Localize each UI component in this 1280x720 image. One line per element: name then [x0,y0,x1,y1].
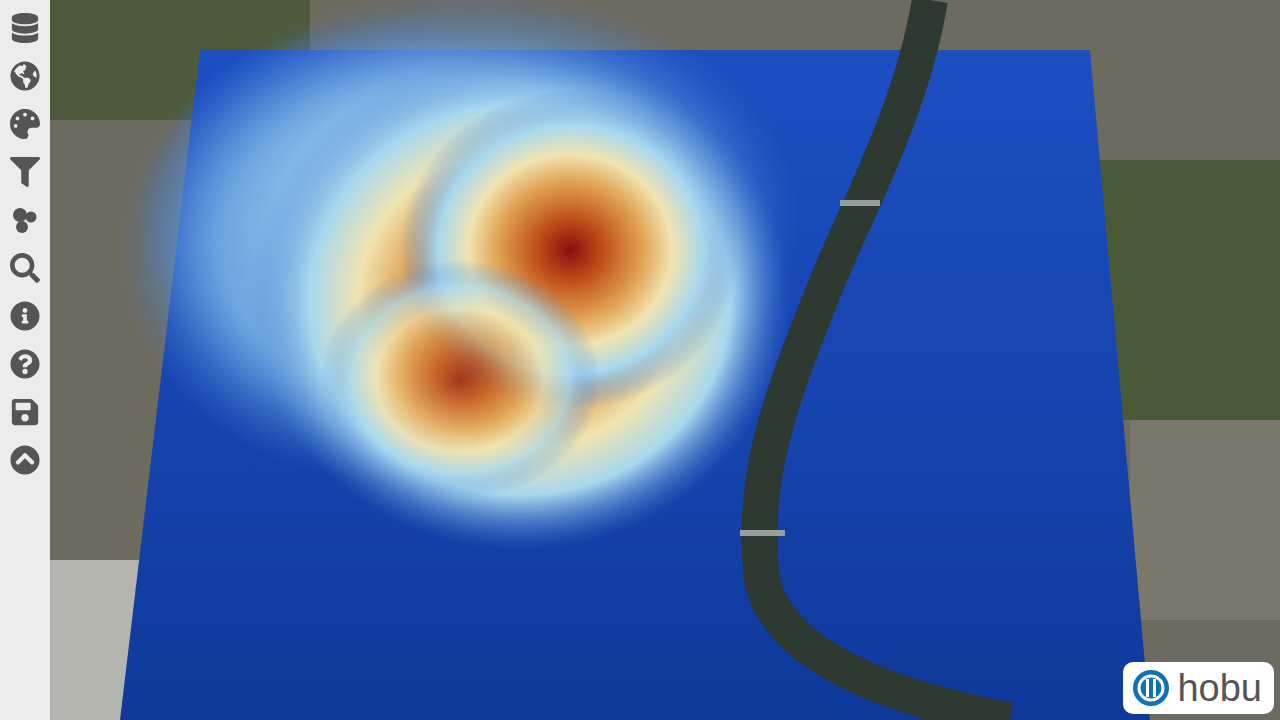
hobu-logo-icon [1131,668,1171,708]
collapse-button[interactable] [9,444,41,476]
globe-icon [10,61,40,91]
save-icon [10,397,40,427]
cluster-button[interactable] [9,204,41,236]
help-button[interactable] [9,348,41,380]
toolbar [0,0,50,720]
filter-button[interactable] [9,156,41,188]
save-button[interactable] [9,396,41,428]
palette-icon [10,109,40,139]
chevron-up-icon [10,445,40,475]
map-view[interactable]: hobu [50,0,1280,720]
question-icon [10,349,40,379]
point-cloud-map[interactable] [50,0,1280,720]
info-icon [10,301,40,331]
appearance-button[interactable] [9,108,41,140]
filter-icon [10,157,40,187]
viewer: hobu [0,0,1280,720]
database-icon [10,13,40,43]
info-button[interactable] [9,300,41,332]
layers-button[interactable] [9,12,41,44]
cluster-icon [9,204,41,236]
globe-button[interactable] [9,60,41,92]
hobu-logo[interactable]: hobu [1123,662,1274,714]
search-icon [10,253,40,283]
search-button[interactable] [9,252,41,284]
hobu-logo-text: hobu [1177,666,1266,710]
